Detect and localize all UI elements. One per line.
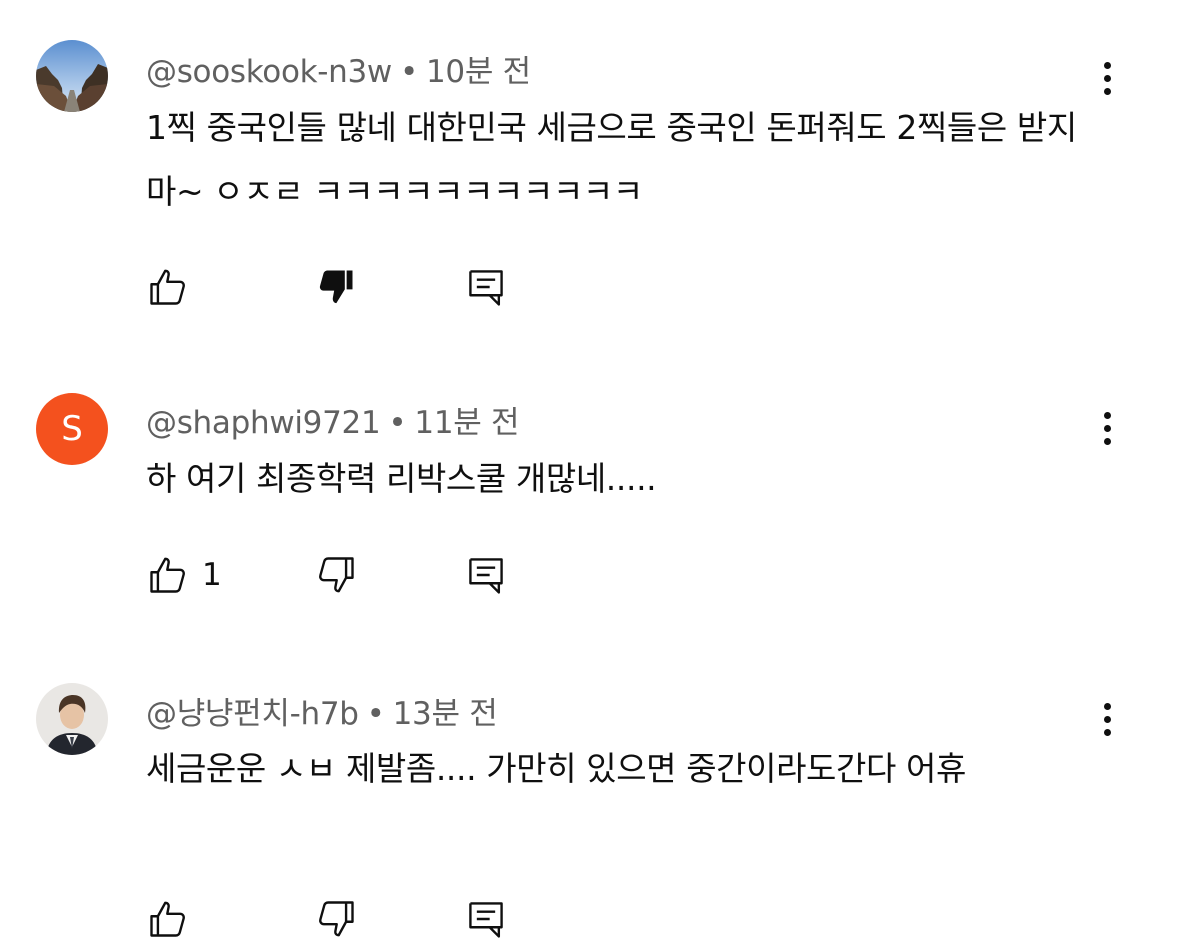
avatar[interactable] (36, 40, 108, 112)
comment-text: 하 여기 최종학력 리박스쿨 개많네..... (146, 459, 657, 498)
comment-time[interactable]: 13분 전 (393, 696, 498, 732)
thumbs-up-icon (150, 557, 185, 593)
comment-text: 세금운운 ㅅㅂ 제발좀.... 가만히 있으면 중간이라도간다 어휴 (146, 749, 966, 788)
thumbs-up-icon (150, 901, 185, 937)
comment-author[interactable]: @냥냥펀치-h7b (146, 696, 359, 732)
avatar-letter: S (61, 409, 83, 449)
meta-separator: • (399, 54, 418, 90)
avatar[interactable]: S (36, 393, 108, 465)
like-count: 1 (202, 557, 222, 593)
comment-author[interactable]: @shaphwi9721 (146, 405, 381, 441)
dislike-button[interactable] (314, 264, 358, 310)
dislike-button[interactable] (314, 552, 358, 598)
landscape-photo-avatar (36, 40, 108, 112)
comment-meta: @냥냥펀치-h7b • 13분 전 (146, 688, 498, 733)
more-vert-icon[interactable] (1090, 406, 1124, 450)
comment-meta: @shaphwi9721 • 11분 전 (146, 397, 520, 442)
avatar[interactable] (36, 683, 108, 755)
comment-text: 1찍 중국인들 많네 대한민국 세금으로 중국인 돈퍼줘도 2찍들은 받지마~ … (146, 108, 1077, 211)
comment-time[interactable]: 10분 전 (426, 54, 531, 90)
more-vert-icon[interactable] (1090, 697, 1124, 741)
person-photo-avatar (36, 683, 108, 755)
dislike-button[interactable] (314, 896, 358, 942)
meta-separator: • (388, 405, 407, 441)
like-button[interactable] (146, 264, 190, 310)
reply-icon (469, 558, 503, 594)
thumbs-down-icon (319, 270, 353, 304)
reply-button[interactable] (464, 552, 508, 598)
comment-author[interactable]: @sooskook-n3w (146, 54, 392, 90)
meta-separator: • (366, 696, 385, 732)
reply-icon (469, 270, 503, 306)
like-button[interactable]: 1 (146, 552, 222, 598)
comment-time[interactable]: 11분 전 (414, 405, 519, 441)
thumbs-down-icon (319, 901, 354, 937)
like-button[interactable] (146, 896, 190, 942)
more-vert-icon[interactable] (1090, 56, 1124, 100)
comment-meta: @sooskook-n3w • 10분 전 (146, 46, 531, 91)
reply-icon (469, 902, 503, 938)
reply-button[interactable] (464, 896, 508, 942)
thumbs-down-icon (319, 557, 354, 593)
reply-button[interactable] (464, 264, 508, 310)
thumbs-up-icon (150, 269, 185, 305)
